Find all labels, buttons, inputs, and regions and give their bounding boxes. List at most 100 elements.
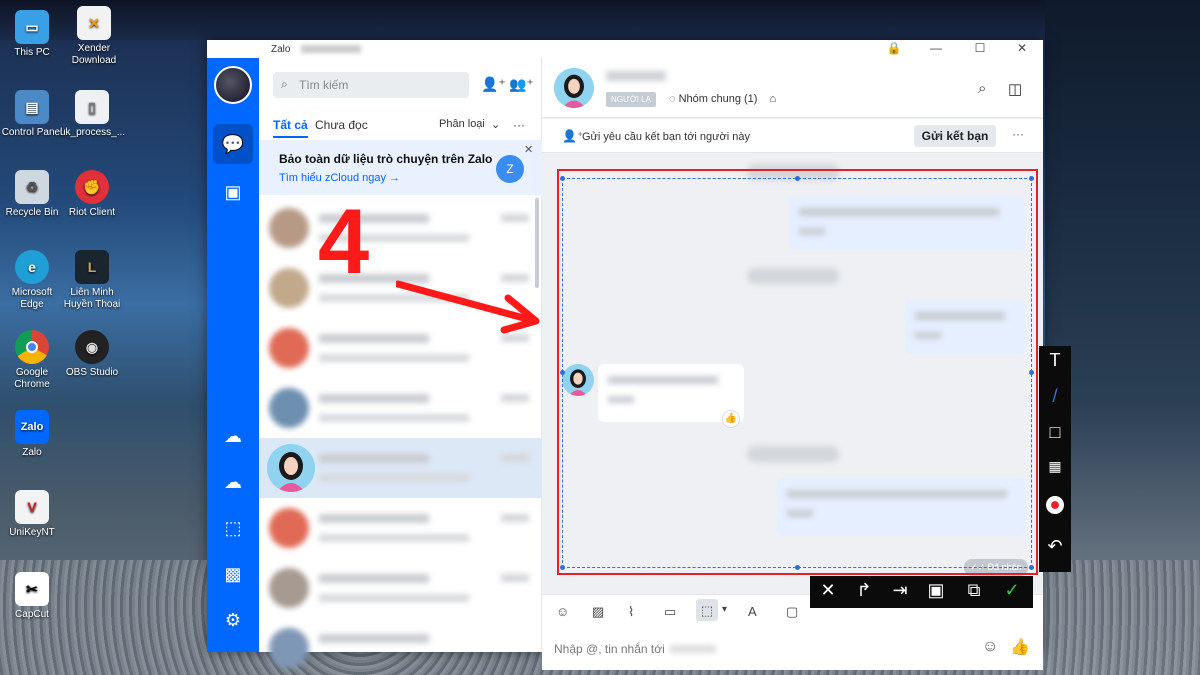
avatar[interactable] <box>554 68 594 108</box>
desktop-icon-control-panel[interactable]: ▤ Control Panel <box>0 90 64 139</box>
desktop-icon-uk-process[interactable]: ▯ uk_process_... <box>60 90 125 139</box>
sidebar-toggle-icon[interactable]: ◫ <box>1008 80 1022 98</box>
color-picker-icon[interactable] <box>1041 496 1069 526</box>
nav-zcloud[interactable]: ☁ <box>213 416 253 456</box>
selection-handle[interactable] <box>795 176 800 181</box>
confirm-check-icon[interactable]: ✓ <box>998 580 1026 604</box>
contacts-icon: ▣ <box>224 181 242 202</box>
selection-handle[interactable] <box>795 565 800 570</box>
lock-icon[interactable]: 🔒 <box>879 41 909 57</box>
stranger-badge: NGƯỜI LẠ <box>606 92 656 107</box>
emoji-icon[interactable]: ☺ <box>982 638 998 656</box>
send-friend-request-button[interactable]: Gửi kết bạn <box>914 125 996 147</box>
desktop-icon-league[interactable]: L Liên Minh Huyền Thoại <box>60 250 124 311</box>
desktop-icon-this-pc[interactable]: ▭ This PC <box>0 10 64 59</box>
desktop-icon-recycle-bin[interactable]: ♻ Recycle Bin <box>0 170 64 219</box>
desktop-icon-edge[interactable]: e Microsoft Edge <box>0 250 64 311</box>
desktop-icon-zalo[interactable]: Zalo Zalo <box>0 410 64 459</box>
list-item[interactable] <box>259 378 542 438</box>
desktop-icon-xender[interactable]: ✕ Xender Download <box>62 6 126 67</box>
desktop-icon-obs[interactable]: ◉ OBS Studio <box>60 330 124 379</box>
girl-avatar-icon <box>267 444 315 492</box>
avatar <box>269 508 309 548</box>
group-icon: ◌ <box>669 93 679 105</box>
tab-all[interactable]: Tất cả <box>273 118 308 138</box>
blurred-text <box>319 354 469 362</box>
image-icon[interactable]: ▨ <box>592 604 604 620</box>
close-button[interactable]: ✕ <box>1007 41 1037 57</box>
list-item[interactable] <box>259 558 542 618</box>
mosaic-tool-icon[interactable]: ▦ <box>1041 458 1069 488</box>
list-item[interactable] <box>259 498 542 558</box>
tab-unread[interactable]: Chưa đọc <box>315 118 368 132</box>
chevron-down-icon[interactable]: ⌄ <box>491 118 500 131</box>
desktop-icon-capcut[interactable]: ✂ CapCut <box>0 572 64 621</box>
list-item[interactable] <box>259 618 542 668</box>
list-item-selected[interactable] <box>259 438 542 498</box>
banner-link[interactable]: Tìm hiểu zCloud ngay → <box>279 172 400 184</box>
chevron-down-icon[interactable]: ▾ <box>722 604 727 615</box>
attachment-icon[interactable]: ⌇ <box>628 604 634 620</box>
pen-tool-icon[interactable]: / <box>1041 386 1069 416</box>
nav-settings[interactable]: ⚙ <box>213 600 253 640</box>
selection-handle[interactable] <box>560 176 565 181</box>
blurred-text <box>319 474 469 482</box>
sticker-icon[interactable]: ☺ <box>556 604 569 619</box>
common-group-link[interactable]: ◌ Nhóm chung (1) ⌂ <box>669 93 776 105</box>
desktop-icon-riot-client[interactable]: ✊ Riot Client <box>60 170 124 219</box>
minimize-button[interactable]: — <box>921 41 951 57</box>
search-icon[interactable]: ⌕ <box>978 80 986 97</box>
rectangle-tool-icon[interactable]: □ <box>1041 422 1069 452</box>
selection-handle[interactable] <box>1029 176 1034 181</box>
send-to-chat-icon[interactable]: ⇥ <box>886 580 914 604</box>
screenshot-selection[interactable] <box>562 178 1032 568</box>
desktop-icon-label: Control Panel <box>1 127 63 138</box>
cancel-icon[interactable]: ✕ <box>814 580 842 604</box>
thumbs-up-icon[interactable]: 👍 <box>1010 637 1030 657</box>
nav-contacts[interactable]: ▣ <box>213 172 253 212</box>
nav-toolbox[interactable]: ▩ <box>213 554 253 594</box>
nav-messages[interactable]: 💬 <box>213 124 253 164</box>
contact-card-icon[interactable]: ▭ <box>664 604 676 620</box>
desktop-icon-label: OBS Studio <box>65 367 119 378</box>
list-item[interactable] <box>259 198 542 258</box>
copy-icon[interactable]: ⧉ <box>960 580 988 604</box>
avatar <box>269 388 309 428</box>
blurred-text <box>501 574 529 582</box>
list-more-button[interactable]: ··· <box>513 118 525 132</box>
blurred-text <box>319 454 429 463</box>
league-icon: L <box>75 250 109 284</box>
create-group-icon[interactable]: 👥⁺ <box>509 76 534 93</box>
search-input[interactable]: ⌕ Tìm kiếm <box>273 72 469 98</box>
message-compose[interactable]: Nhập @, tin nhắn tới ☺ 👍 <box>542 628 1043 670</box>
friend-request-text: Gửi yêu cầu kết bạn tới người này <box>582 131 750 143</box>
maximize-button[interactable]: ☐ <box>965 41 995 57</box>
nav-screenshot[interactable]: ⬚ <box>213 508 253 548</box>
text-format-icon[interactable]: A <box>748 604 757 619</box>
reminder-icon[interactable]: ▢ <box>786 604 798 620</box>
banner-close-button[interactable]: ✕ <box>524 143 533 156</box>
screenshot-icon[interactable]: ⬚ <box>696 599 718 621</box>
selection-handle[interactable] <box>560 565 565 570</box>
friend-bar-more-button[interactable]: ··· <box>1012 127 1024 141</box>
text-tool-icon[interactable]: T <box>1041 350 1069 380</box>
blurred-text <box>501 454 529 462</box>
share-icon[interactable]: ↱ <box>850 580 878 604</box>
selection-handle[interactable] <box>1029 370 1034 375</box>
nav-cloud[interactable]: ☁ <box>213 462 253 502</box>
title-bar: Zalo 🔒 — ☐ ✕ <box>207 40 1043 58</box>
selection-handle[interactable] <box>1029 565 1034 570</box>
blurred-text <box>319 394 429 403</box>
girl-avatar-icon <box>554 68 594 108</box>
desktop-top <box>0 0 1200 40</box>
selection-handle[interactable] <box>560 370 565 375</box>
unikey-icon: V <box>15 490 49 524</box>
save-icon[interactable]: ▣ <box>922 580 950 604</box>
add-friend-icon[interactable]: 👤⁺ <box>481 76 506 93</box>
desktop-icon-chrome[interactable]: Google Chrome <box>0 330 64 391</box>
avatar[interactable] <box>214 66 252 104</box>
desktop-icon-unikey[interactable]: V UniKeyNT <box>0 490 64 539</box>
undo-icon[interactable]: ↶ <box>1041 536 1069 566</box>
briefcase-icon: ▩ <box>224 563 242 584</box>
tab-classify[interactable]: Phân loại <box>439 118 485 130</box>
